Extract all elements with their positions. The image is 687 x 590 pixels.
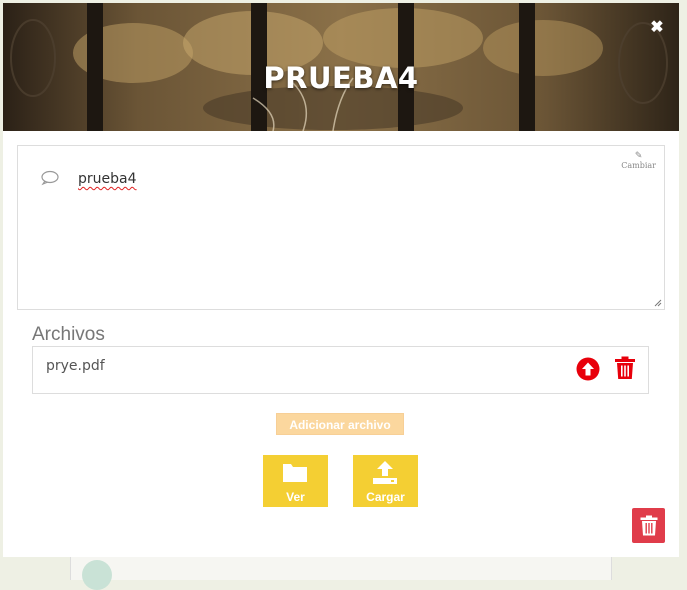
trash-icon — [640, 515, 658, 536]
card-modal: PRUEBA4 ✖ prueba4 ✎ Cambiar Archivos pry… — [3, 3, 679, 557]
delete-card-button[interactable] — [632, 508, 665, 543]
files-heading: Archivos — [32, 324, 105, 345]
view-button[interactable]: Ver — [263, 455, 328, 507]
close-icon[interactable]: ✖ — [648, 19, 666, 37]
resize-grip-icon[interactable] — [654, 299, 662, 307]
file-row: prye.pdf — [32, 346, 649, 394]
folder-icon — [283, 464, 307, 482]
comment-icon — [41, 170, 59, 186]
file-name[interactable]: prye.pdf — [46, 358, 105, 374]
edit-label: Cambiar — [621, 161, 656, 170]
upload-button[interactable]: Cargar — [353, 455, 418, 507]
edit-description-link[interactable]: ✎ Cambiar — [621, 151, 656, 171]
add-file-button[interactable]: Adicionar archivo — [276, 413, 404, 435]
card-banner: PRUEBA4 ✖ — [3, 3, 679, 131]
description-textarea[interactable]: prueba4 ✎ Cambiar — [17, 145, 665, 310]
upload-icon — [373, 461, 397, 484]
upload-label: Cargar — [366, 490, 405, 504]
trash-icon[interactable] — [614, 356, 636, 380]
card-title: PRUEBA4 — [263, 61, 419, 95]
description-text: prueba4 — [78, 171, 137, 187]
pencil-icon: ✎ — [634, 151, 643, 161]
background-avatar — [82, 560, 112, 590]
view-label: Ver — [286, 490, 305, 504]
arrow-circle-up-icon[interactable] — [576, 357, 600, 381]
